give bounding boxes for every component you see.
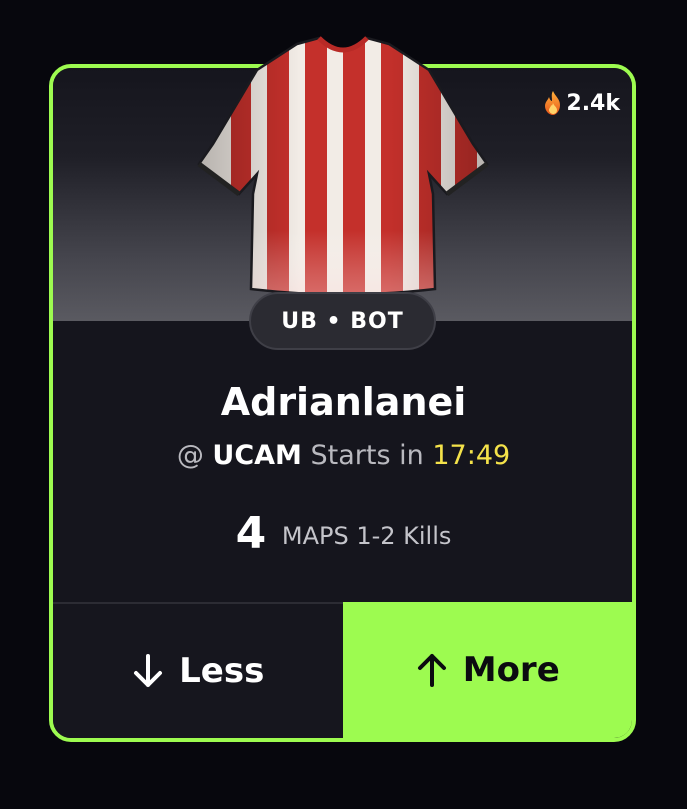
less-label: Less [179,651,265,691]
flame-icon [542,90,564,116]
arrow-down-icon [131,652,165,690]
more-label: More [462,650,560,690]
starts-label: Starts in [310,440,424,471]
pick-actions: Less More [53,602,632,738]
popularity-indicator: 2.4k [542,90,620,116]
popularity-count: 2.4k [566,90,620,116]
stat-label: MAPS 1-2 Kills [281,522,452,550]
line-value: 4 [235,508,267,559]
team-prefix: @ [176,440,204,471]
player-name: Adrianlanei [220,380,467,424]
match-info: @ UCAM Starts in 17:49 [0,436,687,476]
position-badge: UB • BOT [249,292,436,350]
less-button[interactable]: Less [53,602,343,738]
start-time: 17:49 [432,440,511,471]
stat-line: 4 MAPS 1-2 Kills [0,504,687,566]
jersey-icon [197,34,489,296]
more-button[interactable]: More [342,602,632,738]
arrow-up-icon [415,651,449,689]
team-name: UCAM [212,440,302,471]
